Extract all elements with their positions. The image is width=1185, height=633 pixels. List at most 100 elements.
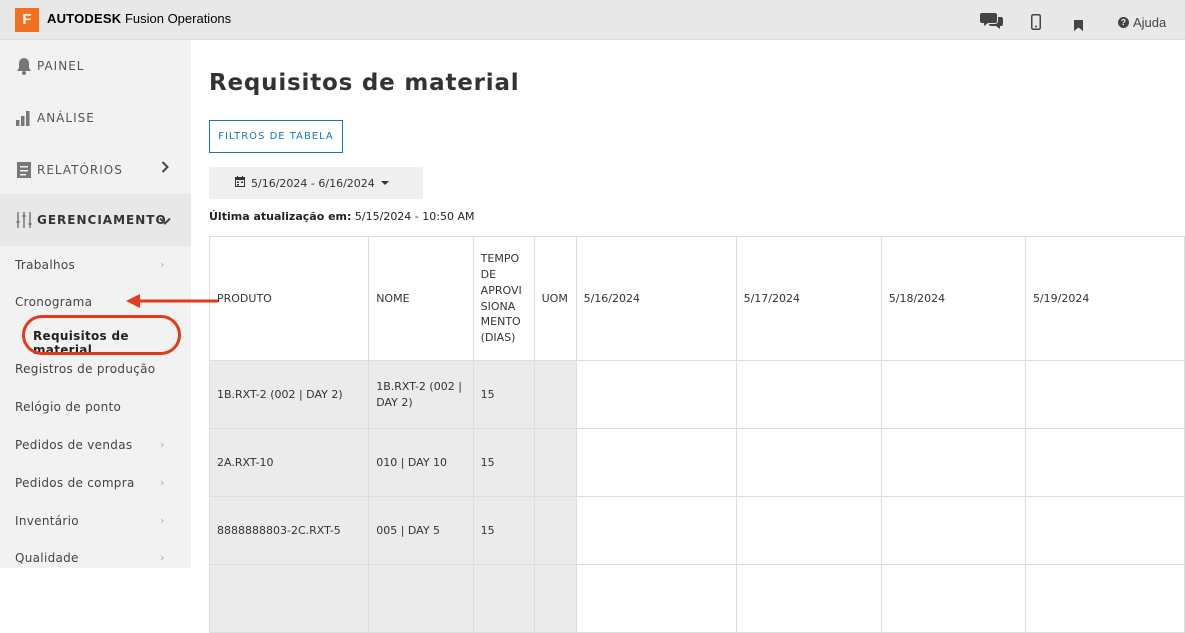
cell-tempo: 15 <box>472 360 535 429</box>
cell-date <box>1024 360 1185 429</box>
sidebar-item-inventario[interactable]: Inventário › <box>15 514 164 528</box>
sliders-icon <box>15 211 33 229</box>
sidebar-section-relatorios[interactable]: RELATÓRIOS <box>0 144 191 196</box>
brand-product: Fusion Operations <box>124 11 232 26</box>
date-range-value: 5/16/2024 - 6/16/2024 <box>251 176 375 190</box>
help-icon: ? <box>1118 17 1129 28</box>
sidebar-item-pedidos-de-vendas[interactable]: Pedidos de vendas › <box>15 438 164 452</box>
chevron-right-icon <box>161 161 169 177</box>
header-line: APROVI <box>480 283 522 297</box>
bell-icon <box>15 57 33 75</box>
sidebar-section-label: ANÁLISE <box>37 111 95 125</box>
caret-down-icon <box>380 181 389 185</box>
table-row[interactable]: 2A.RXT-10 010 | DAY 10 15 <box>208 428 1185 497</box>
chevron-right-icon: › <box>160 476 165 489</box>
sidebar-item-cronograma[interactable]: Cronograma <box>15 295 92 309</box>
table-filters-button[interactable]: FILTROS DE TABELA <box>209 120 343 153</box>
cell-nome: 1B.RXT-2 (002 | DAY 2) <box>368 360 474 429</box>
chevron-right-icon: › <box>160 551 165 564</box>
cell-date <box>735 428 882 497</box>
cell-date <box>1024 428 1185 497</box>
date-range-dropdown[interactable]: 5/16/2024 - 6/16/2024 <box>209 167 423 199</box>
fusion-logo[interactable]: F <box>15 8 39 32</box>
cell-date <box>1024 496 1185 565</box>
sidebar-item-label: Qualidade <box>15 551 79 565</box>
cell-date <box>575 428 737 497</box>
cell-date <box>575 564 737 633</box>
document-icon <box>15 161 33 179</box>
cell-nome-line: 1B.RXT-2 (002 | <box>376 379 462 393</box>
header-line: SIONA <box>480 299 516 313</box>
cell-uom <box>533 428 577 497</box>
sidebar-item-registros-de-producao[interactable]: Registros de produção <box>15 362 155 376</box>
cell-produto: 2A.RXT-10 <box>208 428 370 497</box>
chat-icon[interactable] <box>980 11 1004 33</box>
sidebar-section-analise[interactable]: ANÁLISE <box>0 92 191 144</box>
column-header-date[interactable]: 5/18/2024 <box>880 236 1026 361</box>
last-updated-value: 5/15/2024 - 10:50 AM <box>354 210 475 223</box>
sidebar-section-painel[interactable]: PAINEL <box>0 40 191 92</box>
calendar-icon <box>235 176 245 190</box>
header-line: MENTO <box>480 315 521 329</box>
sidebar-item-trabalhos[interactable]: Trabalhos › <box>15 258 164 272</box>
sidebar-item-label: Registros de produção <box>15 362 156 376</box>
cell-produto: 1B.RXT-2 (002 | DAY 2) <box>208 360 370 429</box>
cell-nome: 010 | DAY 10 <box>368 428 474 497</box>
header-line: (DIAS) <box>480 331 516 345</box>
cell-date <box>880 428 1026 497</box>
mobile-icon[interactable] <box>1031 14 1041 34</box>
brand-autodesk: AUTODESK <box>47 11 122 26</box>
cell-date <box>880 564 1026 633</box>
column-header-produto[interactable]: PRODUTO <box>208 236 370 361</box>
sidebar-section-label: GERENCIAMENTO <box>37 213 167 227</box>
cell-uom <box>533 496 577 565</box>
sidebar-item-label: Inventário <box>15 514 79 528</box>
cell-nome-line: DAY 2) <box>376 395 413 409</box>
table-row[interactable]: 1B.RXT-2 (002 | DAY 2) 1B.RXT-2 (002 | D… <box>208 360 1185 429</box>
help-link[interactable]: ? Ajuda <box>1118 15 1166 30</box>
sidebar-item-label: Pedidos de vendas <box>15 438 133 452</box>
cell-date <box>735 360 882 429</box>
header-line: TEMPO <box>480 251 520 265</box>
cell-date <box>735 496 882 565</box>
column-header-date[interactable]: 5/17/2024 <box>735 236 882 361</box>
sidebar-item-label: Trabalhos <box>15 258 76 272</box>
column-header-date[interactable]: 5/16/2024 <box>575 236 737 361</box>
chevron-right-icon: › <box>160 438 165 451</box>
sidebar-item-relogio-de-ponto[interactable]: Relógio de ponto <box>15 400 121 414</box>
table-row[interactable] <box>208 564 1185 633</box>
chevron-right-icon: › <box>160 258 165 271</box>
sidebar-item-qualidade[interactable]: Qualidade › <box>15 551 164 565</box>
sidebar-section-label: PAINEL <box>37 59 85 73</box>
top-bar: F AUTODESK Fusion Operations ? Ajuda <box>0 0 1185 40</box>
sidebar-section-gerenciamento[interactable]: GERENCIAMENTO <box>0 194 191 246</box>
cell-tempo: 15 <box>472 428 535 497</box>
page-title: Requisitos de material <box>209 70 520 96</box>
cell-nome <box>368 564 474 633</box>
cell-uom <box>533 564 577 633</box>
column-header-tempo-de-aprovisionamento[interactable]: TEMPO DE APROVI SIONA MENTO (DIAS) <box>472 236 535 361</box>
cell-uom <box>533 360 577 429</box>
sidebar-section-label: RELATÓRIOS <box>37 163 123 177</box>
sidebar-item-label: Pedidos de compra <box>15 476 135 490</box>
header-line: DE <box>480 267 497 281</box>
bookmark-icon[interactable] <box>1074 16 1083 35</box>
cell-date <box>575 496 737 565</box>
highlight-annotation <box>22 315 181 355</box>
last-updated: Última atualização em: 5/15/2024 - 10:50… <box>209 210 474 223</box>
material-requirements-table: PRODUTO NOME TEMPO DE APROVI SIONA MENTO… <box>208 236 1185 633</box>
column-header-date[interactable]: 5/19/2024 <box>1024 236 1185 361</box>
cell-date <box>880 360 1026 429</box>
chevron-right-icon: › <box>160 514 165 527</box>
table-header-row: PRODUTO NOME TEMPO DE APROVI SIONA MENTO… <box>208 236 1185 361</box>
column-header-nome[interactable]: NOME <box>368 236 474 361</box>
cell-date <box>735 564 882 633</box>
cell-date <box>1024 564 1185 633</box>
cell-date <box>880 496 1026 565</box>
table-row[interactable]: 8888888803-2C.RXT-5 005 | DAY 5 15 <box>208 496 1185 565</box>
help-label: Ajuda <box>1133 15 1167 30</box>
cell-date <box>575 360 737 429</box>
column-header-uom[interactable]: UOM <box>533 236 577 361</box>
sidebar-item-pedidos-de-compra[interactable]: Pedidos de compra › <box>15 476 164 490</box>
cell-produto: 8888888803-2C.RXT-5 <box>208 496 370 565</box>
